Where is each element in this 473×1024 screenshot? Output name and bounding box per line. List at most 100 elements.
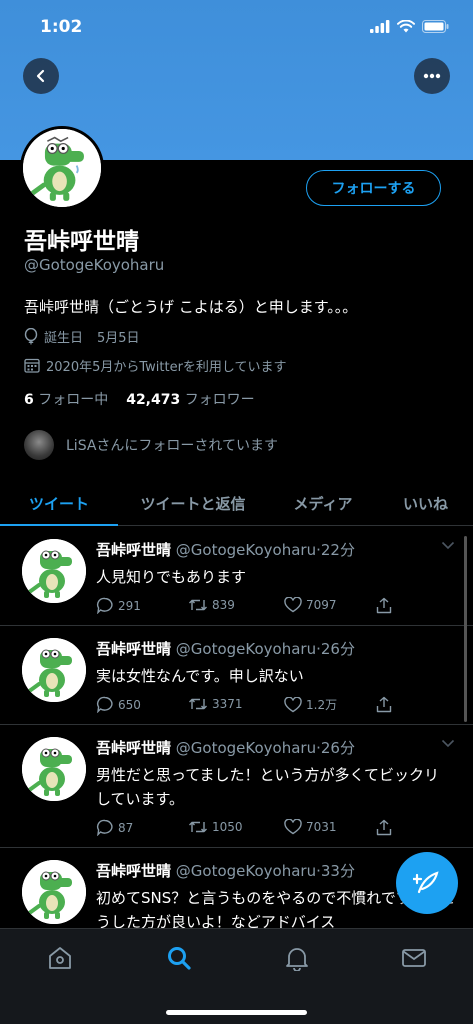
tweet-item[interactable]: 吾峠呼世晴 @GotogeKoyoharu·26分 実は女性なんです。申し訳ない… (0, 626, 473, 725)
home-indicator[interactable] (166, 1010, 307, 1015)
back-button[interactable] (23, 58, 59, 94)
share-button[interactable] (376, 696, 392, 713)
tweet-actions: 87 1050 7031 (96, 819, 396, 839)
tab-likes[interactable]: いいね (378, 480, 473, 526)
tweet-header: 吾峠呼世晴 @GotogeKoyoharu·22分 (96, 539, 355, 560)
retweet-button[interactable]: 3371 (188, 696, 243, 712)
status-time: 1:02 (40, 17, 83, 37)
nav-notifications[interactable] (284, 945, 310, 975)
share-icon (376, 696, 392, 713)
heart-icon (284, 819, 302, 835)
chevron-down-icon[interactable] (441, 739, 455, 748)
birthday-value: 5月5日 (97, 331, 140, 346)
crocodile-avatar-image (22, 638, 86, 702)
share-button[interactable] (376, 597, 392, 614)
tweet-author-name: 吾峠呼世晴 (96, 739, 172, 757)
share-button[interactable] (376, 819, 392, 836)
tweet-avatar[interactable] (22, 737, 86, 801)
profile-avatar[interactable] (20, 126, 104, 210)
like-button[interactable]: 7031 (284, 819, 337, 835)
tweet-header: 吾峠呼世晴 @GotogeKoyoharu·26分 (96, 638, 355, 659)
like-count: 7097 (306, 598, 337, 612)
tweet-header: 吾峠呼世晴 @GotogeKoyoharu·26分 (96, 737, 355, 758)
follower-avatar (24, 430, 54, 460)
more-button[interactable] (414, 58, 450, 94)
following-count: 6 (24, 392, 34, 408)
balloon-icon (24, 328, 38, 345)
retweet-button[interactable]: 839 (188, 597, 235, 613)
home-icon (49, 947, 71, 969)
tweet-item[interactable]: 吾峠呼世晴 @GotogeKoyoharu·26分 男性だと思ってました！という… (0, 725, 473, 848)
tweet-author-name: 吾峠呼世晴 (96, 862, 172, 880)
battery-icon (422, 20, 449, 33)
retweet-button[interactable]: 1050 (188, 819, 243, 835)
reply-icon (97, 597, 113, 614)
tab-media[interactable]: メディア (268, 480, 378, 526)
tweet-text: 人見知りでもあります (96, 568, 247, 586)
tweet-text: 実は女性なんです。申し訳ない (96, 667, 304, 685)
bell-icon (286, 948, 308, 972)
reply-count: 650 (118, 697, 141, 712)
heart-icon (284, 597, 302, 613)
tweet-avatar[interactable] (22, 638, 86, 702)
reply-button[interactable]: 650 (96, 696, 141, 713)
followers-link[interactable]: 42,473 フォロワー (126, 389, 254, 409)
followed-by-row[interactable]: LiSAさんにフォローされています (24, 430, 278, 460)
chevron-down-icon[interactable] (441, 541, 455, 550)
tweet-avatar[interactable] (22, 539, 86, 603)
tweet-time: ·26分 (316, 739, 355, 757)
like-button[interactable]: 7097 (284, 597, 337, 613)
like-count: 7031 (306, 820, 337, 834)
tweet-time: ·22分 (316, 541, 355, 559)
tweet-author-name: 吾峠呼世晴 (96, 640, 172, 658)
nav-search[interactable] (166, 945, 192, 975)
following-link[interactable]: 6 フォロー中 (24, 389, 108, 409)
tweet-author-handle: @GotogeKoyoharu (175, 640, 317, 658)
crocodile-avatar-image (22, 860, 86, 924)
retweet-count: 839 (212, 598, 235, 612)
birthday-label: 誕生日 (44, 331, 84, 346)
retweet-icon (189, 698, 207, 710)
reply-count: 87 (118, 820, 134, 835)
share-icon (376, 597, 392, 614)
tab-tweets[interactable]: ツイート (0, 480, 118, 526)
tweet-item[interactable]: 吾峠呼世晴 @GotogeKoyoharu·22分 人見知りでもあります 291… (0, 527, 473, 626)
tweet-header: 吾峠呼世晴 @GotogeKoyoharu·33分 (96, 860, 355, 881)
tweet-author-name: 吾峠呼世晴 (96, 541, 172, 559)
tweet-avatar[interactable] (22, 860, 86, 924)
followed-by-text: LiSAさんにフォローされています (66, 438, 278, 454)
more-icon (423, 73, 441, 79)
followers-label: フォロワー (184, 392, 255, 408)
tweet-actions: 650 3371 1.2万 (96, 696, 396, 716)
scrollbar[interactable] (464, 536, 467, 722)
tweet-actions: 291 839 7097 (96, 597, 396, 617)
chevron-left-icon (36, 69, 45, 83)
follow-button[interactable]: フォローする (306, 170, 441, 206)
nav-messages[interactable] (401, 945, 427, 975)
tab-tweets-and-replies[interactable]: ツイートと返信 (118, 480, 268, 526)
reply-icon (97, 819, 113, 836)
search-icon (168, 947, 191, 970)
wifi-icon (397, 20, 415, 33)
tweet-author-handle: @GotogeKoyoharu (175, 862, 317, 880)
retweet-count: 3371 (212, 697, 243, 711)
status-bar: 1:02 (0, 0, 473, 54)
profile-bio: 吾峠呼世晴（ごとうげ こよはる）と申します。。。 (24, 298, 358, 316)
like-button[interactable]: 1.2万 (284, 696, 337, 713)
tweet-author-handle: @GotogeKoyoharu (175, 739, 317, 757)
follow-counts: 6 フォロー中 42,473 フォロワー (24, 389, 255, 409)
crocodile-avatar-image (23, 129, 101, 207)
compose-button[interactable] (396, 852, 458, 914)
tweet-time: ·33分 (316, 862, 355, 880)
profile-handle: @GotogeKoyoharu (24, 256, 165, 274)
reply-button[interactable]: 87 (96, 819, 133, 836)
profile-tabs: ツイート ツイートと返信 メディア いいね (0, 480, 473, 526)
retweet-icon (189, 599, 207, 611)
nav-home[interactable] (47, 945, 73, 975)
profile-name: 吾峠呼世晴 (24, 229, 139, 255)
joined-text: 2020年5月からTwitterを利用しています (46, 360, 287, 375)
retweet-icon (189, 821, 207, 833)
reply-button[interactable]: 291 (96, 597, 141, 614)
crocodile-avatar-image (22, 539, 86, 603)
birthday-row: 誕生日 5月5日 (24, 327, 140, 346)
